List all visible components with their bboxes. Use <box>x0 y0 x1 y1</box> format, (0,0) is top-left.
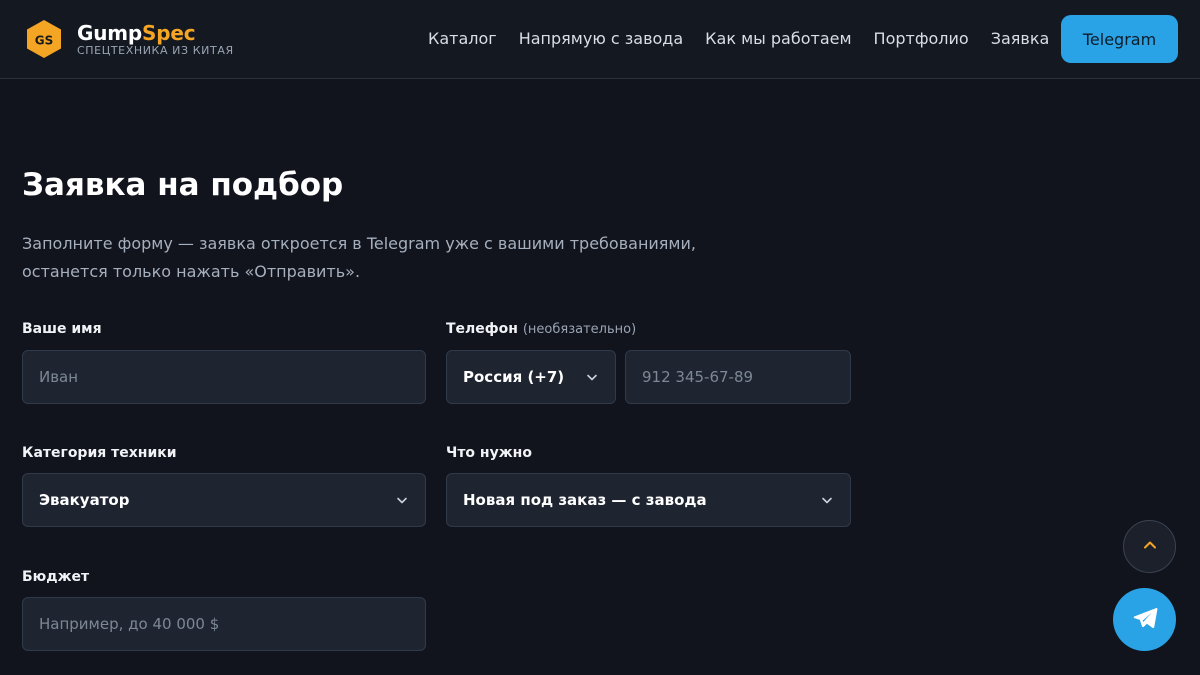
telegram-fab-button[interactable] <box>1113 588 1176 651</box>
nav-how-we-work-link[interactable]: Как мы работаем <box>705 29 851 48</box>
logo-badge-text: GS <box>35 34 54 48</box>
page-lead: Заполните форму — заявка откроется в Tel… <box>22 230 722 286</box>
phone-field[interactable] <box>625 350 851 404</box>
chevron-down-icon <box>395 493 409 507</box>
need-label: Что нужно <box>446 445 532 461</box>
budget-field[interactable] <box>22 597 426 651</box>
country-code-select[interactable]: Россия (+7) <box>446 350 616 404</box>
phone-optional-note: (необязательно) <box>522 322 637 337</box>
chevron-down-icon <box>585 370 599 384</box>
phone-label: Телефон (необязательно) <box>446 321 637 337</box>
chevron-down-icon <box>820 493 834 507</box>
nav-catalog-link[interactable]: Каталог <box>428 29 497 48</box>
page-title: Заявка на подбор <box>22 167 344 203</box>
site-header: GS GumpSpec СПЕЦТЕХНИКА ИЗ КИТАЯ Каталог… <box>0 0 1200 79</box>
main-nav: Каталог Напрямую с завода Как мы работае… <box>428 29 1049 48</box>
logo-tagline: СПЕЦТЕХНИКА ИЗ КИТАЯ <box>77 44 234 57</box>
logo[interactable]: GS GumpSpec СПЕЦТЕХНИКА ИЗ КИТАЯ <box>25 19 234 59</box>
nav-request-link[interactable]: Заявка <box>991 29 1050 48</box>
need-value: Новая под заказ — с завода <box>463 491 707 509</box>
lead-line-1: Заполните форму — заявка откроется в Tel… <box>22 234 696 253</box>
nav-factory-link[interactable]: Напрямую с завода <box>519 29 683 48</box>
name-field[interactable] <box>22 350 426 404</box>
chevron-up-icon <box>1141 536 1159 558</box>
telegram-button[interactable]: Telegram <box>1061 15 1178 63</box>
lead-line-2: останется только нажать «Отправить». <box>22 262 361 281</box>
budget-input[interactable] <box>39 615 409 633</box>
category-label: Категория техники <box>22 445 177 461</box>
budget-label: Бюджет <box>22 569 90 585</box>
paper-plane-icon <box>1131 604 1159 636</box>
phone-input[interactable] <box>642 368 834 386</box>
need-select[interactable]: Новая под заказ — с завода <box>446 473 851 527</box>
logo-name: GumpSpec <box>77 21 196 45</box>
category-value: Эвакуатор <box>39 491 130 509</box>
name-label: Ваше имя <box>22 321 102 337</box>
category-select[interactable]: Эвакуатор <box>22 473 426 527</box>
country-code-value: Россия (+7) <box>463 368 565 386</box>
logo-hexagon-icon: GS <box>25 19 63 59</box>
scroll-to-top-button[interactable] <box>1123 520 1176 573</box>
name-input[interactable] <box>39 368 409 386</box>
nav-portfolio-link[interactable]: Портфолио <box>874 29 969 48</box>
